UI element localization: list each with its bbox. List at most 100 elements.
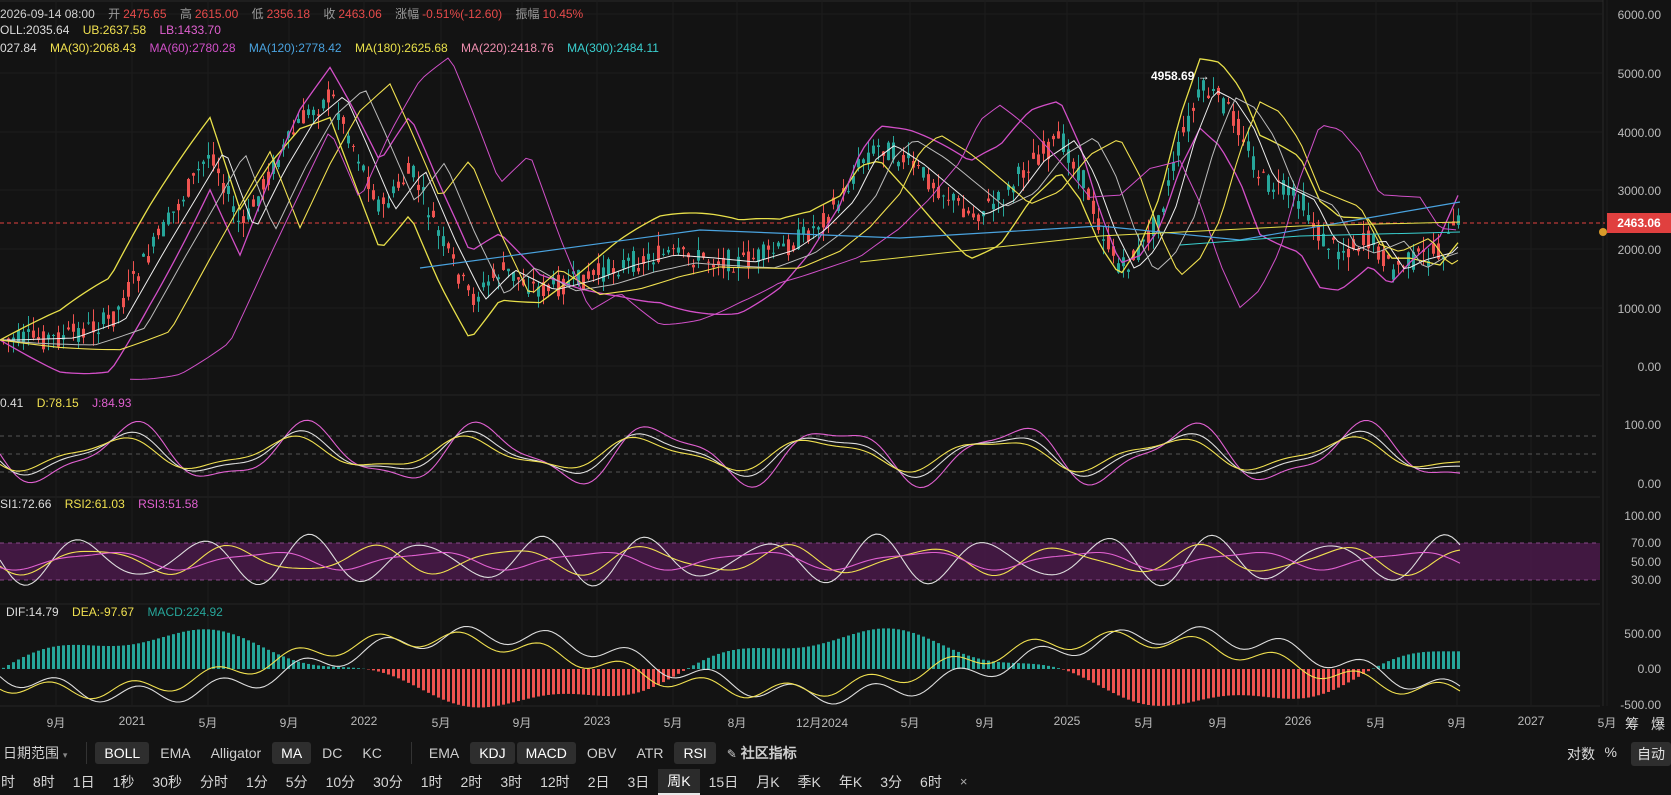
macd-bar bbox=[22, 656, 25, 669]
chart-canvas[interactable] bbox=[0, 0, 1671, 740]
sub-indicator-macd[interactable]: MACD bbox=[516, 742, 576, 764]
candle-body bbox=[472, 293, 475, 305]
macd-bar bbox=[627, 669, 630, 695]
macd-bar bbox=[37, 650, 40, 669]
main-indicator-dc[interactable]: DC bbox=[313, 742, 351, 764]
price-tick: 4000.00 bbox=[1617, 126, 1661, 140]
interval-14[interactable]: 2日 bbox=[579, 770, 619, 794]
macd-bar bbox=[437, 669, 440, 698]
candle-body bbox=[187, 179, 190, 197]
interval-12[interactable]: 3时 bbox=[491, 770, 531, 794]
interval-13[interactable]: 12时 bbox=[531, 770, 579, 794]
macd-bar bbox=[957, 651, 960, 669]
ma-legend: 027.84 MA(30):2068.43 MA(60):2780.28 MA(… bbox=[0, 41, 669, 55]
main-indicator-kc[interactable]: KC bbox=[353, 742, 390, 764]
macd-bar bbox=[642, 669, 645, 691]
main-indicator-ma[interactable]: MA bbox=[272, 742, 312, 764]
macd-bar bbox=[667, 669, 670, 680]
candle-body bbox=[1082, 170, 1085, 189]
macd-bar bbox=[1162, 669, 1165, 706]
macd-bar bbox=[342, 667, 345, 669]
interval-22[interactable]: 6时 bbox=[911, 770, 951, 794]
boll-legend: OLL:2035.64 UB:2637.58 LB:1433.70 bbox=[0, 23, 231, 37]
candle-body bbox=[692, 264, 695, 268]
sub-indicator-obv[interactable]: OBV bbox=[578, 742, 626, 764]
interval-18[interactable]: 月K bbox=[747, 770, 788, 794]
candle-body bbox=[697, 249, 700, 261]
interval-0[interactable]: 时 bbox=[0, 770, 24, 794]
macd-bar bbox=[532, 669, 535, 698]
close-icon[interactable]: × bbox=[951, 772, 977, 791]
auto-scale-toggle[interactable]: 自动 bbox=[1631, 742, 1671, 766]
candle-body bbox=[872, 145, 875, 154]
interval-6[interactable]: 1分 bbox=[237, 770, 277, 794]
chip-button[interactable]: 筹 bbox=[1625, 714, 1639, 734]
candle-body bbox=[437, 230, 440, 236]
interval-7[interactable]: 5分 bbox=[277, 770, 317, 794]
candle-body bbox=[592, 270, 595, 275]
macd-bar bbox=[902, 630, 905, 669]
main-indicator-ema[interactable]: EMA bbox=[151, 742, 199, 764]
interval-9[interactable]: 30分 bbox=[364, 770, 412, 794]
macd-bar bbox=[137, 643, 140, 669]
macd-bar bbox=[377, 669, 380, 672]
candle-body bbox=[557, 274, 560, 297]
interval-21[interactable]: 3分 bbox=[871, 770, 911, 794]
macd-bar bbox=[922, 636, 925, 669]
macd-bar bbox=[1432, 651, 1435, 669]
sub-indicator-rsi[interactable]: RSI bbox=[674, 742, 716, 764]
interval-11[interactable]: 2时 bbox=[452, 770, 492, 794]
macd-bar bbox=[1317, 669, 1320, 696]
candle-body bbox=[387, 203, 390, 208]
macd-bar bbox=[502, 669, 505, 705]
macd-bar bbox=[777, 648, 780, 669]
candle-body bbox=[182, 199, 185, 202]
sub-indicator-ema[interactable]: EMA bbox=[420, 742, 468, 764]
macd-bar bbox=[127, 644, 130, 669]
interval-19[interactable]: 季K bbox=[789, 770, 830, 794]
candle-body bbox=[1267, 175, 1270, 192]
log-scale-toggle[interactable]: 对数 bbox=[1567, 744, 1595, 764]
candle-body bbox=[1222, 98, 1225, 114]
candle-body bbox=[412, 165, 415, 178]
percent-scale-toggle[interactable]: % bbox=[1605, 744, 1617, 760]
macd-bar bbox=[2, 667, 5, 669]
macd-bar bbox=[232, 634, 235, 669]
interval-15[interactable]: 3日 bbox=[618, 770, 658, 794]
macd-bar bbox=[887, 628, 890, 669]
macd-bar bbox=[907, 631, 910, 669]
macd-bar bbox=[1292, 669, 1295, 699]
interval-1[interactable]: 8时 bbox=[24, 770, 64, 794]
candle-body bbox=[772, 252, 775, 254]
interval-5[interactable]: 分时 bbox=[191, 770, 237, 794]
interval-3[interactable]: 1秒 bbox=[104, 770, 144, 794]
sub-indicator-atr[interactable]: ATR bbox=[627, 742, 672, 764]
interval-4[interactable]: 30秒 bbox=[143, 770, 191, 794]
macd-bar bbox=[1117, 669, 1120, 696]
candle-body bbox=[802, 226, 805, 234]
macd-bar bbox=[122, 645, 125, 669]
interval-8[interactable]: 10分 bbox=[317, 770, 365, 794]
interval-17[interactable]: 15日 bbox=[700, 770, 748, 794]
burst-button[interactable]: 爆 bbox=[1651, 714, 1665, 734]
macd-bar bbox=[472, 669, 475, 708]
interval-16[interactable]: 周K bbox=[658, 768, 700, 795]
candle-body bbox=[262, 179, 265, 190]
community-indicators-button[interactable]: ✎ 社区指标 bbox=[718, 740, 806, 766]
macd-bar bbox=[1247, 669, 1250, 696]
macd-bar bbox=[997, 661, 1000, 669]
main-indicator-boll[interactable]: BOLL bbox=[95, 742, 150, 764]
x-tick-label: 8月 bbox=[727, 716, 747, 730]
sub-indicator-kdj[interactable]: KDJ bbox=[470, 742, 515, 764]
macd-bar bbox=[327, 666, 330, 669]
period-range-dropdown[interactable]: 日期范围 ▾ bbox=[0, 740, 76, 766]
interval-10[interactable]: 1时 bbox=[412, 770, 452, 794]
main-indicator-alligator[interactable]: Alligator bbox=[202, 742, 271, 764]
candle-body bbox=[517, 277, 520, 280]
macd-bar bbox=[1037, 664, 1040, 669]
interval-20[interactable]: 年K bbox=[830, 770, 871, 794]
candle-body bbox=[1032, 152, 1035, 159]
macd-bar bbox=[1172, 669, 1175, 706]
macd-bar bbox=[977, 658, 980, 669]
interval-2[interactable]: 1日 bbox=[64, 770, 104, 794]
